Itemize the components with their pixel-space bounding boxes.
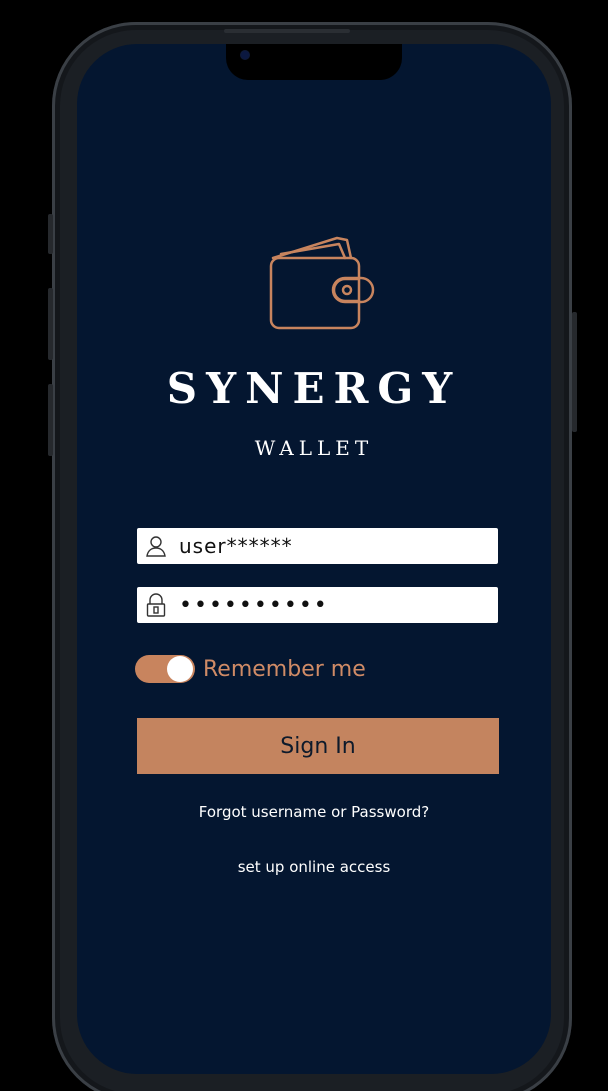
forgot-credentials-link[interactable]: Forgot username or Password? xyxy=(77,803,551,821)
mute-switch xyxy=(48,214,53,254)
setup-online-access-link[interactable]: set up online access xyxy=(77,858,551,876)
notch xyxy=(226,44,402,80)
username-field[interactable] xyxy=(137,528,498,564)
remember-me-toggle[interactable] xyxy=(135,655,195,683)
lock-icon xyxy=(145,593,167,617)
username-input[interactable] xyxy=(179,534,479,558)
password-input[interactable] xyxy=(179,592,479,618)
sign-in-button[interactable]: Sign In xyxy=(137,718,499,774)
volume-up-button xyxy=(48,288,53,360)
password-field[interactable] xyxy=(137,587,498,623)
wallet-icon xyxy=(269,236,375,330)
app-screen: SYNERGY WALLET user****** •••••••••• Rem… xyxy=(77,44,551,1074)
camera-icon xyxy=(241,51,249,59)
volume-down-button xyxy=(48,384,53,456)
user-icon xyxy=(145,534,167,558)
remember-me-row: Remember me xyxy=(135,652,366,686)
remember-me-label: Remember me xyxy=(203,656,366,682)
brand-subtitle: WALLET xyxy=(254,436,374,460)
power-button xyxy=(572,312,577,432)
speaker-grille xyxy=(224,29,350,33)
brand-title: SYNERGY xyxy=(166,364,462,413)
toggle-knob xyxy=(167,656,193,682)
